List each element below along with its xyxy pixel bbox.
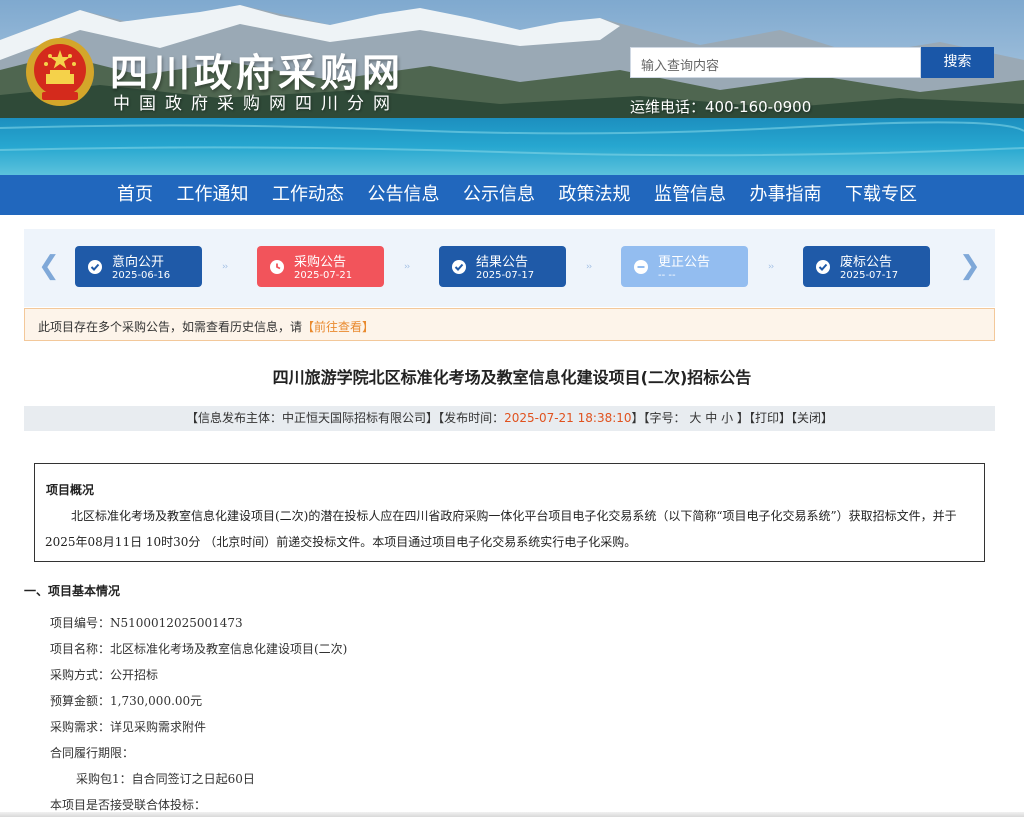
chevron-right-icon[interactable]: ❯ — [959, 251, 981, 281]
service-hotline: 运维电话：400-160-0900 — [630, 98, 812, 116]
font-large-button[interactable]: 大 — [689, 411, 701, 425]
timeline-step-name: 采购公告 — [294, 255, 347, 270]
clock-icon — [270, 260, 284, 274]
double-chevron-right-icon: ›› — [404, 262, 410, 272]
chevron-left-icon[interactable]: ❮ — [38, 251, 60, 281]
article-meta-bar: 【信息发布主体：中正恒天国际招标有限公司】【发布时间：2025-07-21 18… — [24, 406, 995, 431]
nav-item-supervision[interactable]: 监管信息 — [642, 175, 738, 215]
timeline-step-name: 废标公告 — [840, 255, 893, 270]
publish-time-end: 】 — [631, 411, 644, 425]
timeline-step-date: 2025-07-17 — [840, 270, 899, 281]
search-button[interactable]: 搜索 — [921, 47, 994, 78]
timeline-step-procurement[interactable]: 采购公告 2025-07-21 — [257, 246, 384, 287]
site-subtitle: 中国政府采购网四川分网 — [113, 94, 399, 114]
timeline-step-intent[interactable]: 意向公开 2025-06-16 — [75, 246, 202, 287]
check-circle-icon — [816, 260, 830, 274]
font-size-end: 】 — [736, 411, 749, 425]
timeline-step-date: 2025-07-21 — [294, 270, 353, 281]
nav-item-home[interactable]: 首页 — [105, 175, 165, 215]
font-medium-button[interactable]: 中 — [705, 411, 717, 425]
timeline-step-date: 2025-07-17 — [476, 270, 535, 281]
view-history-link[interactable]: 【前往查看】 — [302, 320, 374, 334]
publisher-name: 中正恒天国际招标有限公司 — [282, 411, 427, 425]
nav-item-work-news[interactable]: 工作动态 — [260, 175, 356, 215]
project-overview-box: 项目概况 北区标准化考场及教室信息化建设项目(二次)的潜在投标人应在四川省政府采… — [34, 463, 985, 562]
main-nav: 首页 工作通知 工作动态 公告信息 公示信息 政策法规 监管信息 办事指南 下载… — [0, 175, 1024, 215]
header-banner: 四川政府采购网 中国政府采购网四川分网 输入查询内容 搜索 运维电话：400-1… — [0, 0, 1024, 175]
article-title: 四川旅游学院北区标准化考场及教室信息化建设项目(二次)招标公告 — [272, 368, 752, 387]
minus-circle-icon — [634, 260, 648, 274]
nav-item-announcements[interactable]: 公告信息 — [356, 175, 452, 215]
info-budget: 预算金额：1,730,000.00元 — [50, 694, 203, 708]
font-size-label: 【字号： — [643, 411, 686, 425]
horizontal-scrollbar[interactable] — [0, 812, 1024, 817]
nav-item-publicity[interactable]: 公示信息 — [451, 175, 547, 215]
overview-body: 北区标准化考场及教室信息化建设项目(二次)的潜在投标人应在四川省政府采购一体化平… — [45, 509, 957, 549]
info-project-number: 项目编号：N5100012025001473 — [50, 616, 243, 630]
info-project-name: 项目名称：北区标准化考场及教室信息化建设项目(二次) — [50, 642, 348, 656]
timeline-step-date: 2025-06-16 — [112, 270, 171, 281]
info-requirements: 采购需求：详见采购需求附件 — [50, 720, 207, 734]
nav-item-downloads[interactable]: 下载专区 — [833, 175, 929, 215]
publish-time: 2025-07-21 18:38:10 — [504, 411, 632, 425]
info-procurement-method: 采购方式：公开招标 — [50, 668, 159, 682]
double-chevron-right-icon: ›› — [222, 262, 228, 272]
timeline-step-cancellation[interactable]: 废标公告 2025-07-17 — [803, 246, 930, 287]
section-heading-basic-info: 一、项目基本情况 — [24, 584, 121, 598]
history-notice: 此项目存在多个采购公告，如需查看历史信息，请【前往查看】 — [24, 308, 995, 341]
national-emblem-icon — [26, 38, 94, 106]
check-circle-icon — [452, 260, 466, 274]
publish-time-label: 【发布时间： — [438, 411, 505, 425]
timeline-step-name: 更正公告 — [658, 255, 711, 270]
nav-item-work-notice[interactable]: 工作通知 — [165, 175, 261, 215]
info-contract-period: 合同履行期限： — [50, 746, 135, 760]
timeline-step-correction[interactable]: 更正公告 -- -- — [621, 246, 748, 287]
publisher-end: 】 — [426, 411, 439, 425]
notice-text: 此项目存在多个采购公告，如需查看历史信息，请 — [38, 320, 303, 334]
publisher-label: 【信息发布主体： — [186, 411, 283, 425]
font-small-button[interactable]: 小 — [721, 411, 733, 425]
info-package-1: 采购包1：自合同签订之日起60日 — [76, 772, 255, 786]
nav-item-policies[interactable]: 政策法规 — [547, 175, 643, 215]
close-button[interactable]: 【关闭】 — [791, 411, 833, 425]
timeline-step-name: 意向公开 — [112, 255, 165, 270]
timeline-step-date: -- -- — [658, 270, 676, 281]
basic-info-list: 项目编号：N5100012025001473 项目名称：北区标准化考场及教室信息… — [50, 612, 347, 817]
overview-title: 项目概况 — [46, 483, 95, 497]
double-chevron-right-icon: ›› — [768, 262, 774, 272]
nav-item-guide[interactable]: 办事指南 — [738, 175, 834, 215]
procurement-timeline: ❮ 意向公开 2025-06-16 ›› 采购公告 2025-07-21 ›› … — [24, 229, 995, 307]
check-circle-icon — [88, 260, 102, 274]
timeline-step-name: 结果公告 — [476, 255, 529, 270]
search-input[interactable]: 输入查询内容 — [630, 47, 921, 78]
timeline-step-result[interactable]: 结果公告 2025-07-17 — [439, 246, 566, 287]
double-chevron-right-icon: ›› — [586, 262, 592, 272]
print-button[interactable]: 【打印】 — [749, 411, 791, 425]
